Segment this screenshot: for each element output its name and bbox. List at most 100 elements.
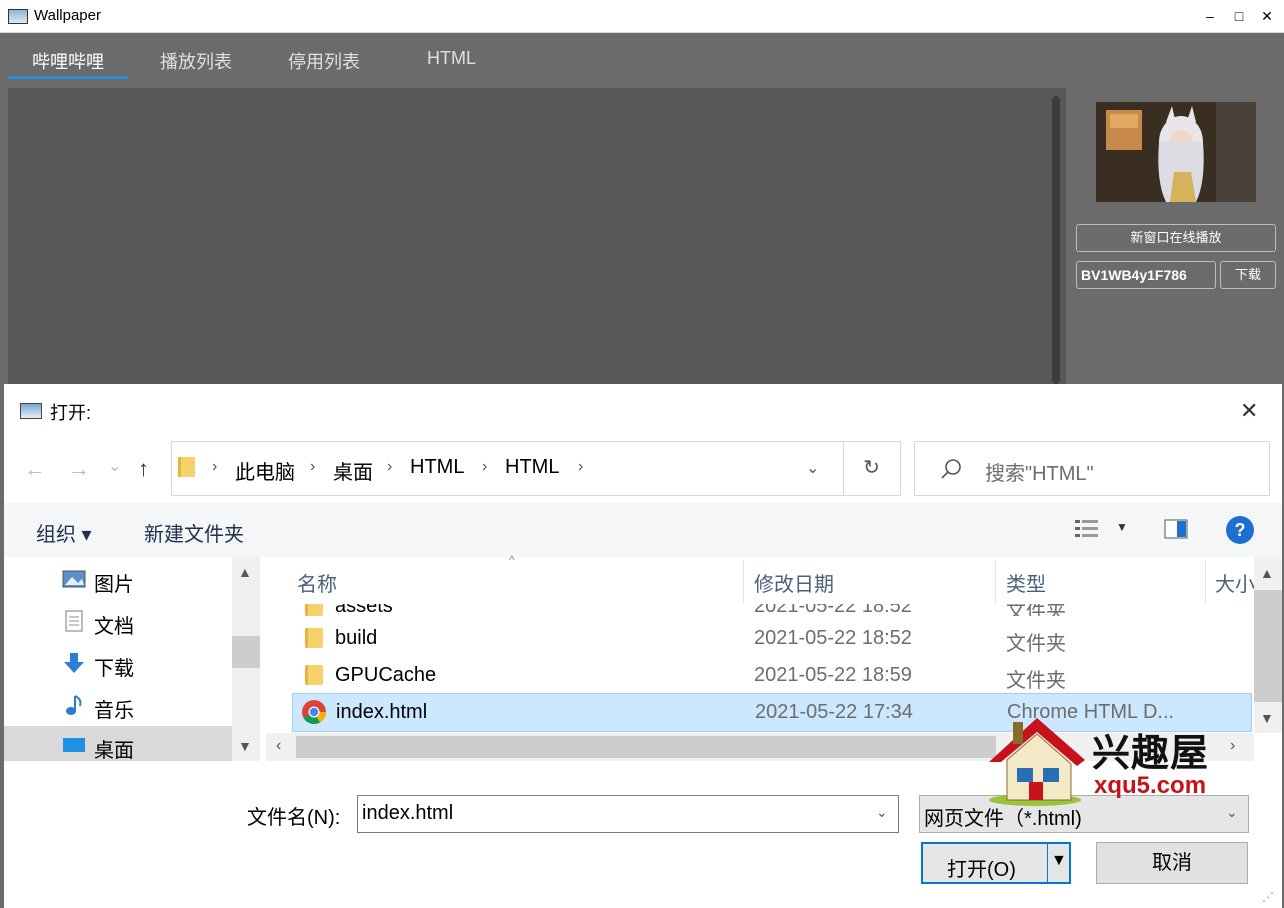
vertical-scroll-thumb[interactable] [1254,590,1282,702]
download-button[interactable]: 下载 [1220,261,1276,289]
filename-input[interactable]: index.html ⌄ [357,795,899,833]
forward-icon[interactable]: → [68,456,90,482]
breadcrumb-html-current[interactable]: HTML [505,456,559,479]
file-row-clipped: assets 2021-05-22 18:52 文件夹 [266,604,1254,616]
nav-item-music[interactable]: 音乐 [4,686,232,724]
file-name: assets [335,604,393,616]
refresh-button[interactable]: ↻ [843,441,901,496]
maximize-button[interactable]: □ [1228,6,1250,26]
search-placeholder: 搜索"HTML" [985,463,1094,485]
nav-item-documents[interactable]: 文档 [4,602,232,640]
cancel-button[interactable]: 取消 [1096,842,1248,884]
file-date: 2021-05-22 17:34 [755,701,913,723]
active-tab-indicator [8,76,128,79]
content-scrollbar[interactable] [1052,96,1060,384]
filename-label: 文件名(N): [247,807,341,829]
minimize-button[interactable]: – [1199,6,1221,26]
open-button-label: 打开(O) [947,859,1016,881]
nav-item-pictures[interactable]: 图片 [4,560,232,598]
preview-pane-icon[interactable] [1164,519,1188,539]
folder-icon [305,628,323,648]
nav-item-label: 下载 [94,658,134,680]
close-button[interactable]: ✕ [1256,6,1278,26]
file-name: index.html [336,701,428,723]
view-options-icon[interactable] [1074,518,1100,540]
content-pane [8,88,1066,384]
open-options-dropdown-icon[interactable]: ▼ [1051,852,1067,870]
table-row[interactable]: GPUCache 2021-05-22 18:59 文件夹 [292,657,1250,694]
dialog-title: 打开: [50,403,92,423]
horizontal-scroll-thumb[interactable] [296,736,996,758]
address-dropdown-icon[interactable]: ⌄ [806,458,819,478]
folder-icon [305,665,323,685]
scroll-up-icon[interactable]: ▲ [238,564,252,580]
scroll-right-icon[interactable]: › [1230,737,1235,755]
tab-bilibili[interactable]: 哔哩哔哩 [32,48,104,74]
sort-ascending-icon: ^ [509,553,515,567]
tab-html[interactable]: HTML [427,48,476,69]
recent-locations-icon[interactable]: ⌄ [108,456,121,476]
open-split-divider [1047,844,1048,882]
breadcrumb-separator: › [578,458,584,475]
nav-item-label: 音乐 [94,700,134,722]
nav-item-downloads[interactable]: 下载 [4,644,232,682]
view-dropdown-icon[interactable]: ▼ [1116,520,1128,534]
file-type: 文件夹 [1006,604,1066,616]
refresh-icon: ↻ [863,457,880,479]
app-title: Wallpaper [34,7,101,24]
column-divider[interactable] [1205,560,1206,604]
tab-disabled-list[interactable]: 停用列表 [288,48,360,74]
file-date: 2021-05-22 18:52 [754,627,912,649]
scroll-left-icon[interactable]: ‹ [276,737,281,755]
open-in-new-window-button[interactable]: 新窗口在线播放 [1076,224,1276,252]
breadcrumb-html[interactable]: HTML [410,456,464,479]
nav-item-label: 桌面 [94,740,134,761]
tab-playlist[interactable]: 播放列表 [160,48,232,74]
table-row[interactable]: assets 2021-05-22 18:52 文件夹 [292,604,1250,616]
new-folder-button[interactable]: 新建文件夹 [144,518,244,547]
dialog-close-button[interactable]: ✕ [1240,398,1258,424]
column-divider[interactable] [995,560,996,604]
scroll-down-icon[interactable]: ▼ [1260,710,1274,726]
column-divider[interactable] [743,560,744,604]
back-icon[interactable]: ← [24,456,46,482]
open-button[interactable]: 打开(O) ▼ [921,842,1071,884]
up-folder-icon[interactable]: ↑ [138,456,149,482]
nav-pane-scroll-thumb[interactable] [232,636,260,668]
search-box[interactable]: 搜索"HTML" [914,441,1270,496]
file-date: 2021-05-22 18:59 [754,664,912,686]
scroll-down-icon[interactable]: ▼ [238,738,252,754]
organize-button[interactable]: 组织 ▾ [36,518,92,547]
bv-id-field[interactable]: BV1WB4y1F786 [1076,261,1216,289]
watermark-url: xqu5.com [1094,772,1207,799]
dialog-icon [20,403,42,419]
breadcrumb-separator: › [387,458,393,475]
scroll-up-icon[interactable]: ▲ [1260,565,1274,581]
breadcrumb-desktop[interactable]: 桌面 [333,456,373,485]
table-row[interactable]: build 2021-05-22 18:52 文件夹 [292,620,1250,657]
app-titlebar: Wallpaper – □ ✕ [0,0,1284,33]
pictures-icon [62,570,86,588]
file-name: build [335,627,378,649]
nav-item-desktop[interactable]: 桌面 [4,726,232,761]
nav-item-label: 文档 [94,616,134,638]
documents-icon [65,610,83,632]
filename-value: index.html [362,802,454,824]
column-header-size[interactable]: 大小 [1215,568,1255,597]
file-type-dropdown-icon: ⌄ [1226,804,1238,820]
column-header-modified[interactable]: 修改日期 [754,568,834,597]
filename-dropdown-icon[interactable]: ⌄ [876,804,888,821]
folder-icon [305,604,323,616]
file-type: 文件夹 [1006,633,1066,655]
video-thumbnail[interactable] [1096,102,1256,202]
column-header-name[interactable]: 名称 [297,568,337,597]
breadcrumb-separator: › [212,458,218,475]
breadcrumb-separator: › [482,458,488,475]
help-icon[interactable]: ? [1226,516,1254,544]
music-icon [66,695,82,715]
breadcrumb-this-pc[interactable]: 此电脑 [235,456,295,485]
thumbnail-image [1096,102,1256,202]
desktop-icon [63,738,85,752]
column-header-type[interactable]: 类型 [1006,568,1046,597]
resize-grip-icon[interactable]: ⋰ [1262,890,1274,904]
